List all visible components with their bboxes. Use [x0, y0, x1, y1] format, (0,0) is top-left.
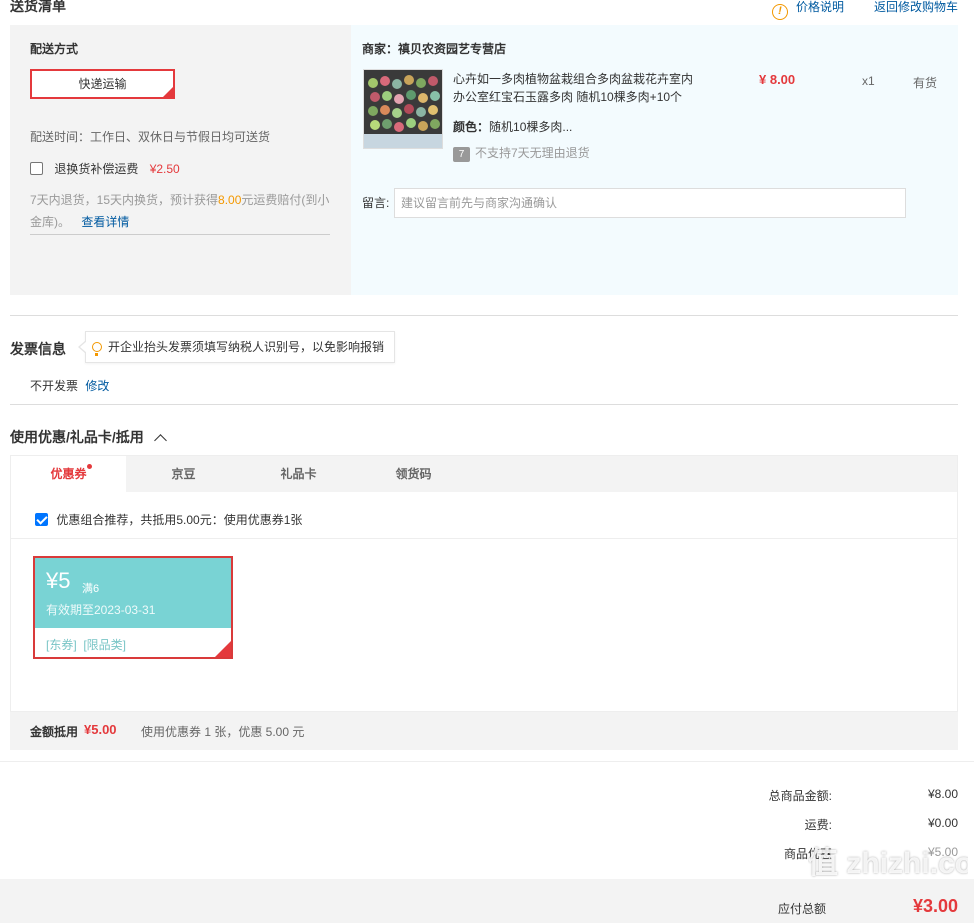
- warning-icon: !: [771, 4, 788, 20]
- tab-jingdou[interactable]: 京豆: [126, 456, 241, 493]
- coupon-card[interactable]: ¥5 满6 有效期至2023-03-31 [东券] [限品类]: [33, 556, 233, 659]
- merchant-name: 禛贝农资园艺专营店: [398, 42, 507, 56]
- invoice-modify-link[interactable]: 修改: [85, 379, 109, 393]
- coupon-tags: [东券] [限品类]: [46, 638, 127, 652]
- goods-total-label: 总商品金额:: [768, 789, 832, 803]
- payable-value: ¥3.00: [912, 896, 958, 916]
- stock-status: 有货: [913, 76, 938, 90]
- invoice-tip: 开企业抬头发票须填写纳税人识别号，以免影响报销: [77, 331, 396, 363]
- payable-label: 应付总额: [777, 902, 826, 916]
- top-links: ! 价格说明 返回修改购物车: [771, 0, 958, 20]
- summary-desc: 使用优惠券 1 张，优惠 5.00 元: [141, 725, 305, 739]
- coupon-header: ¥5 满6 有效期至2023-03-31: [35, 558, 231, 628]
- delivery-time: 配送时间：工作日、双休日与节假日均可送货: [30, 130, 271, 144]
- section-title-delivery: 送货清单: [10, 0, 66, 14]
- section-title-invoice: 发票信息: [10, 341, 66, 357]
- divider: [10, 315, 958, 316]
- shipping-method-label: 配送方式: [30, 42, 79, 56]
- chevron-up-icon: [153, 434, 167, 447]
- divider: [10, 538, 958, 539]
- memo-label: 留言:: [362, 196, 390, 210]
- product-quantity: x1: [862, 74, 875, 88]
- return-policy: 7 不支持7天无理由退货: [453, 144, 590, 162]
- coupon-validity: 有效期至2023-03-31: [46, 603, 156, 617]
- combo-recommend: 优惠组合推荐，共抵用5.00元：使用优惠券1张: [35, 511, 302, 528]
- insurance-label: 退换货补偿运费: [54, 162, 139, 176]
- insurance-price: ¥2.50: [149, 162, 180, 176]
- insurance-description: 7天内退货，15天内换货，预计获得8.00元运费赔付(到小 金库)。 查看详情: [30, 193, 330, 229]
- freight-value: ¥0.00: [927, 816, 958, 830]
- no-return-icon: 7: [453, 147, 470, 162]
- discount-tabs: 优惠券 京豆 礼品卡 领货码: [10, 455, 958, 493]
- tab-pickup-code[interactable]: 领货码: [356, 456, 471, 493]
- selected-check-icon: [161, 85, 175, 99]
- product-price: ¥ 8.00: [759, 72, 796, 87]
- tab-gift-card[interactable]: 礼品卡: [241, 456, 356, 493]
- tab-coupon[interactable]: 优惠券: [11, 456, 126, 493]
- goods-total-value: ¥8.00: [927, 787, 958, 801]
- insurance-checkbox[interactable]: [30, 162, 43, 175]
- watermark: 值 zhizhi.com: [808, 847, 968, 880]
- selected-check-icon: [213, 639, 231, 657]
- coupon-amount: ¥5: [46, 568, 71, 593]
- memo-input[interactable]: 建议留言前先与商家沟通确认: [394, 188, 906, 218]
- divider: [10, 404, 958, 405]
- shipping-method-option[interactable]: 快递运输: [30, 69, 175, 99]
- divider: [0, 761, 974, 762]
- combo-checkbox[interactable]: [35, 513, 48, 526]
- coupon-condition: 满6: [82, 583, 100, 595]
- payable-bar: [0, 879, 974, 923]
- invoice-status: 不开发票 修改: [30, 379, 110, 393]
- lightbulb-icon: [92, 342, 102, 356]
- freight-label: 运费:: [804, 818, 832, 832]
- new-dot: [87, 464, 92, 469]
- divider: [30, 234, 330, 235]
- product-title[interactable]: 心卉如一多肉植物盆栽组合多肉盆栽花卉室内 办公室红宝石玉露多肉 随机10棵多肉+…: [453, 70, 693, 106]
- section-title-discount[interactable]: 使用优惠/礼品卡/抵用: [10, 427, 167, 447]
- details-link[interactable]: 查看详情: [81, 215, 129, 229]
- back-to-cart-link[interactable]: 返回修改购物车: [874, 0, 958, 20]
- summary-label: 金额抵用: [30, 725, 79, 739]
- product-color: 颜色：随机10棵多肉...: [453, 120, 573, 134]
- summary-amount: ¥5.00: [84, 722, 117, 737]
- insurance-row: 退换货补偿运费 ¥2.50: [30, 160, 180, 177]
- price-note-link[interactable]: ! 价格说明: [771, 0, 844, 20]
- merchant-panel: [351, 25, 958, 295]
- product-thumbnail[interactable]: [363, 69, 443, 149]
- merchant-heading: 商家：禛贝农资园艺专营店: [362, 42, 507, 56]
